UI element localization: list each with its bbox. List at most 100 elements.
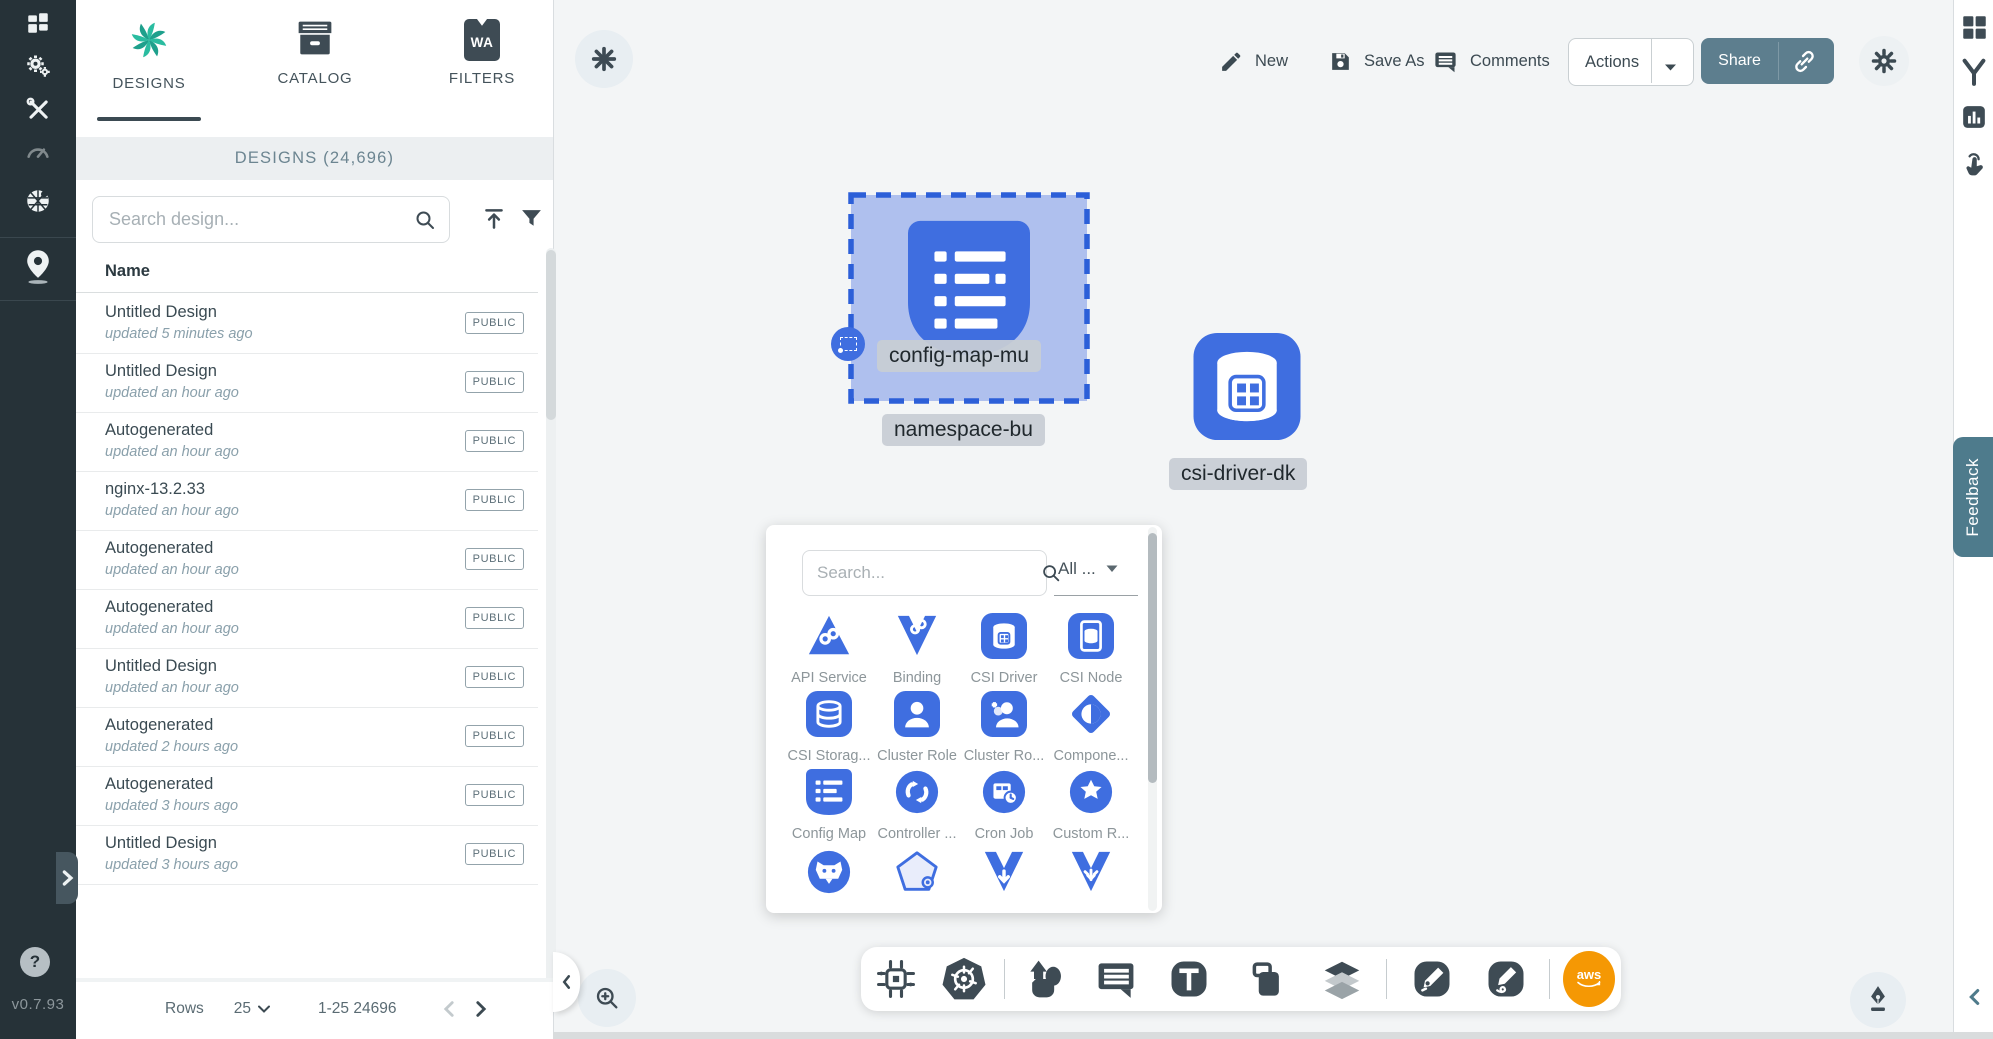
component-label: CSI Driver — [960, 670, 1048, 686]
copy-link-icon[interactable] — [1791, 48, 1818, 80]
design-row[interactable]: Untitled Design updated 3 hours ago PUBL… — [76, 825, 538, 885]
bar-chart-icon — [1961, 104, 1987, 130]
pagination-range: 1-25 24696 — [318, 1000, 396, 1018]
component-csi-storage-capacity[interactable]: CSI Storag... — [785, 691, 873, 764]
next-page-icon[interactable] — [474, 1000, 488, 1018]
component-label: Compone... — [1047, 748, 1135, 764]
component-csi-node[interactable]: CSI Node — [1047, 613, 1135, 686]
column-header-name: Name — [105, 262, 150, 281]
share-button[interactable]: Share — [1701, 38, 1834, 84]
sidebar-item-visualize[interactable] — [0, 243, 76, 295]
design-row[interactable]: Untitled Design updated an hour ago PUBL… — [76, 353, 538, 413]
actions-button[interactable]: Actions — [1568, 38, 1694, 86]
node-connection-handle[interactable] — [831, 327, 865, 361]
prev-page-icon[interactable] — [442, 1000, 456, 1018]
divider — [76, 292, 538, 293]
design-row[interactable]: Autogenerated updated an hour ago PUBLIC — [76, 530, 538, 590]
search-icon[interactable] — [413, 208, 437, 232]
rows-per-page-caret-icon[interactable] — [258, 1005, 270, 1013]
layers-button[interactable] — [1318, 955, 1366, 1003]
palette-scrollbar-thumb[interactable] — [1148, 533, 1157, 783]
collapse-right-panel-button[interactable] — [1954, 988, 1993, 1006]
component-cron-job[interactable]: Cron Job — [960, 769, 1048, 842]
category-select[interactable]: All ... — [1058, 559, 1118, 579]
tab-catalog[interactable]: CATALOG — [250, 18, 380, 87]
design-row[interactable]: Autogenerated updated an hour ago PUBLIC — [76, 412, 538, 472]
doodle-tool-button[interactable] — [1482, 955, 1530, 1003]
help-button[interactable]: ? — [20, 947, 50, 977]
pen-tool-button[interactable] — [1408, 955, 1456, 1003]
save-as-button[interactable]: Save As — [1328, 38, 1425, 84]
interaction-button[interactable] — [1954, 148, 1993, 178]
component-endpoints[interactable] — [960, 849, 1048, 906]
component-controller-revision[interactable]: Controller ... — [873, 769, 961, 842]
component-cluster-role[interactable]: Cluster Role — [873, 691, 961, 764]
component-binding[interactable]: Binding — [873, 613, 961, 686]
tab-filters[interactable]: WA FILTERS — [417, 18, 547, 87]
component-csi-driver[interactable]: CSI Driver — [960, 613, 1048, 686]
merge-button[interactable] — [1954, 56, 1993, 88]
touch-icon — [1960, 148, 1988, 178]
grid-icon — [1961, 14, 1988, 41]
sidebar-item-extensions[interactable] — [0, 182, 76, 224]
component-custom-resource[interactable]: Custom R... — [1047, 769, 1135, 842]
feedback-tab[interactable]: Feedback — [1953, 437, 1993, 557]
component-label: Cron Job — [960, 826, 1048, 842]
component-daemon-set[interactable] — [785, 849, 873, 906]
actions-caret-icon[interactable] — [1664, 58, 1677, 77]
publish-upload-icon[interactable] — [481, 206, 507, 237]
shapes-button[interactable] — [1021, 955, 1069, 1003]
rows-per-page-value[interactable]: 25 — [234, 1000, 251, 1018]
sidebar-item-lifecycle[interactable] — [0, 48, 76, 86]
node-csi-driver[interactable]: csi-driver-dk — [1193, 333, 1301, 445]
filter-funnel-icon[interactable] — [519, 206, 544, 236]
design-search-input[interactable] — [107, 208, 413, 231]
node-namespace-selected[interactable]: config-map-mu — [848, 192, 1090, 404]
component-endpoint-slice[interactable] — [1047, 849, 1135, 906]
design-canvas[interactable]: New Save As Comments Actions Share — [553, 0, 1954, 1032]
chevron-left-icon — [560, 974, 573, 990]
sidebar-item-performance[interactable] — [0, 136, 76, 172]
design-row[interactable]: Autogenerated updated an hour ago PUBLIC — [76, 589, 538, 649]
component-config-map[interactable]: Config Map — [785, 769, 873, 842]
tab-designs[interactable]: DESIGNS — [84, 18, 214, 92]
comment-tool-button[interactable] — [1092, 955, 1140, 1003]
list-scrollbar-thumb[interactable] — [546, 250, 556, 420]
namespace-node-label[interactable]: namespace-bu — [882, 414, 1045, 446]
sidebar-item-configuration[interactable] — [0, 92, 76, 130]
components-grid-button[interactable] — [1954, 14, 1993, 41]
design-row[interactable]: Untitled Design updated 5 minutes ago PU… — [76, 294, 538, 354]
comments-button[interactable]: Comments — [1432, 38, 1550, 84]
component-cluster-role-binding[interactable]: Cluster Ro... — [960, 691, 1048, 764]
kubernetes-button[interactable] — [940, 955, 988, 1003]
design-name: Autogenerated — [105, 539, 213, 558]
design-row[interactable]: Autogenerated updated 3 hours ago PUBLIC — [76, 766, 538, 826]
comment-icon — [1094, 957, 1138, 1001]
text-tool-button[interactable] — [1165, 955, 1213, 1003]
component-component-status[interactable]: Compone... — [1047, 691, 1135, 764]
aws-shape-button[interactable]: aws — [1562, 951, 1616, 1007]
design-row[interactable]: Untitled Design updated an hour ago PUBL… — [76, 648, 538, 708]
circuit-view-button[interactable] — [872, 955, 920, 1003]
sidebar-expand-handle[interactable] — [56, 852, 78, 904]
visibility-badge: PUBLIC — [465, 312, 524, 334]
design-name: Autogenerated — [105, 598, 213, 617]
component-deployment[interactable] — [873, 849, 961, 906]
freeze-toggle-button[interactable] — [575, 30, 633, 88]
component-api-service[interactable]: API Service — [785, 613, 873, 686]
chart-panel-button[interactable] — [1954, 104, 1993, 130]
notes-tool-button[interactable] — [1240, 955, 1288, 1003]
pen-tool-icon — [1411, 958, 1453, 1000]
new-button[interactable]: New — [1219, 38, 1288, 84]
component-label: Controller ... — [873, 826, 961, 842]
sidebar-item-dashboard[interactable] — [0, 8, 76, 42]
design-row[interactable]: nginx-13.2.33 updated an hour ago PUBLIC — [76, 471, 538, 531]
component-search-input[interactable] — [815, 562, 1040, 584]
doodle-icon — [1485, 958, 1527, 1000]
visibility-badge: PUBLIC — [465, 371, 524, 393]
design-mode-button[interactable] — [1850, 972, 1906, 1028]
design-row[interactable]: Autogenerated updated 2 hours ago PUBLIC — [76, 707, 538, 767]
settings-button[interactable] — [1859, 36, 1909, 86]
zoom-button[interactable] — [578, 969, 636, 1027]
component-label: Cluster Ro... — [960, 748, 1048, 764]
